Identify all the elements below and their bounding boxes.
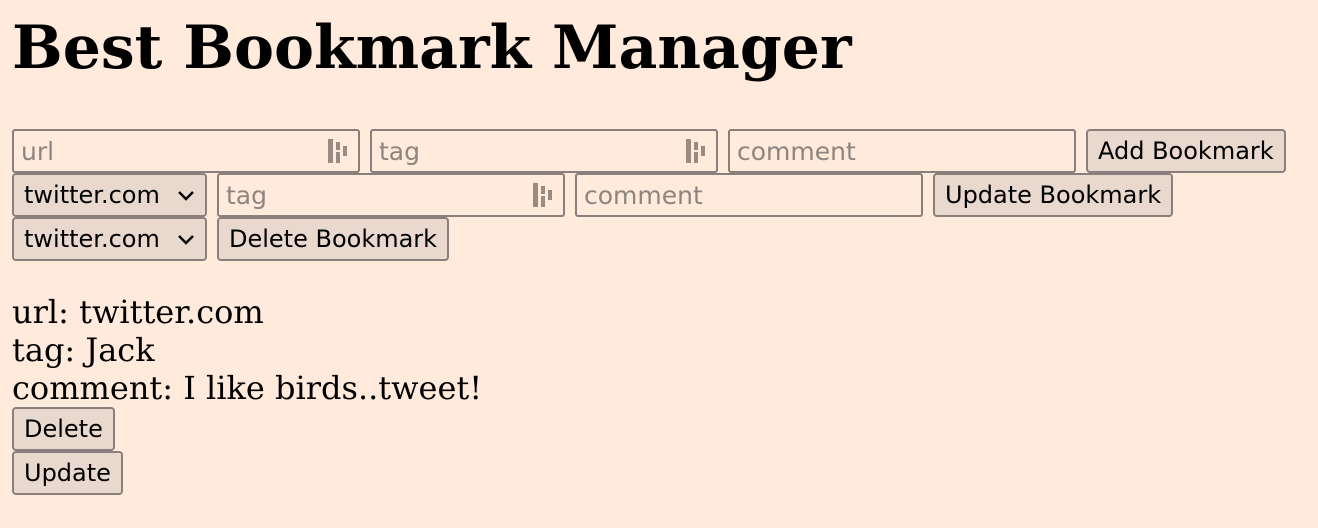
- delete-bookmark-button[interactable]: Delete Bookmark: [217, 217, 450, 261]
- add-tag-field[interactable]: [370, 129, 718, 173]
- add-comment-input[interactable]: [730, 131, 1074, 171]
- update-url-select[interactable]: twitter.com: [12, 173, 207, 217]
- chevron-down-icon: [178, 191, 194, 201]
- add-bookmark-form: Add Bookmark: [12, 129, 1296, 173]
- update-tag-input[interactable]: [219, 175, 563, 215]
- add-url-field[interactable]: [12, 129, 360, 173]
- update-comment-input[interactable]: [577, 175, 921, 215]
- bookmark-url: url: twitter.com: [12, 293, 264, 331]
- bookmark-tag: tag: Jack: [12, 331, 155, 369]
- password-manager-icon[interactable]: [533, 182, 555, 208]
- update-bookmark-form: twitter.com Update Bookmark: [12, 173, 1183, 217]
- add-tag-input[interactable]: [372, 131, 716, 171]
- password-manager-icon[interactable]: [328, 138, 350, 164]
- add-url-input[interactable]: [14, 131, 358, 171]
- update-button[interactable]: Update: [12, 451, 123, 495]
- delete-button[interactable]: Delete: [12, 407, 115, 451]
- delete-selected-url: twitter.com: [24, 225, 160, 253]
- add-comment-field[interactable]: [728, 129, 1076, 173]
- update-selected-url: twitter.com: [24, 181, 160, 209]
- page-title: Best Bookmark Manager: [12, 13, 852, 83]
- update-bookmark-button[interactable]: Update Bookmark: [933, 173, 1174, 217]
- add-bookmark-button[interactable]: Add Bookmark: [1086, 129, 1286, 173]
- delete-url-select[interactable]: twitter.com: [12, 217, 207, 261]
- delete-bookmark-form: twitter.com Delete Bookmark: [12, 217, 459, 261]
- update-comment-field[interactable]: [575, 173, 923, 217]
- bookmark-comment: comment: I like birds..tweet!: [12, 369, 483, 407]
- update-tag-field[interactable]: [217, 173, 565, 217]
- password-manager-icon[interactable]: [686, 138, 708, 164]
- chevron-down-icon: [178, 235, 194, 245]
